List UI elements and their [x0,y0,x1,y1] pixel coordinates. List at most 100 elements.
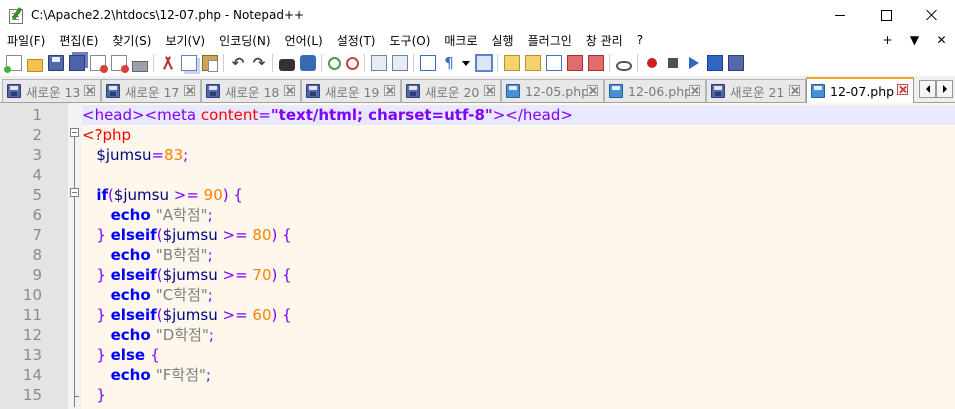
code-line[interactable]: echo "B학점"; [82,245,955,265]
save-macro-icon[interactable] [728,55,744,71]
replace-icon[interactable] [300,55,316,71]
sync-horizontal-icon[interactable] [392,55,408,71]
menu-window[interactable]: 창 관리 [579,32,630,49]
tab-document[interactable]: 12-05.php [501,79,604,102]
undo-icon[interactable]: ↶ [230,55,246,71]
fold-margin[interactable] [68,103,82,409]
save-all-icon[interactable] [69,55,85,71]
code-line[interactable]: $jumsu=83; [82,145,955,165]
menu-tools[interactable]: 도구(O) [383,32,438,49]
chevron-down-icon[interactable] [462,60,470,66]
code-line[interactable]: echo "D학점"; [82,325,955,345]
tab-document[interactable]: 12-06.php [604,79,706,102]
menu-encoding[interactable]: 인코딩(N) [212,32,277,49]
code-token: } [96,386,106,404]
doc-map-icon[interactable] [525,55,541,71]
menu-search[interactable]: 찾기(S) [105,32,158,49]
indent-guide-icon[interactable] [475,54,493,72]
code-line[interactable]: <?php [82,125,955,145]
tab-close-icon[interactable] [184,85,195,96]
code-line[interactable]: <head><meta content="text/html; charset=… [82,105,955,125]
code-line[interactable] [82,165,955,185]
find-icon[interactable] [279,59,295,71]
menu-plugins[interactable]: 플러그인 [521,32,579,49]
menu-help[interactable]: ? [630,33,650,47]
code-line[interactable]: } elseif($jumsu >= 70) { [82,265,955,285]
fold-toggle-icon[interactable] [70,128,79,137]
close-window-button[interactable] [909,0,955,30]
tab-bar: 새로운 13 새로운 17 새로운 18 새로운 19 새로운 20 12-05… [0,76,955,103]
tab-close-icon[interactable] [689,85,700,96]
notepadpp-app-icon[interactable] [8,7,24,24]
document-list-icon[interactable] [588,55,604,71]
tab-close-icon[interactable] [284,85,295,96]
save-icon[interactable] [48,55,64,71]
tab-document[interactable]: 새로운 17 [101,79,201,102]
close-all-icon[interactable] [111,55,129,73]
code-line[interactable]: echo "F학점"; [82,365,955,385]
tab-close-icon[interactable] [484,85,495,96]
monitoring-icon[interactable] [616,61,632,71]
code-line[interactable]: if($jumsu >= 90) { [82,185,955,205]
line-number: 15 [22,386,42,404]
tab-close-icon[interactable] [789,85,800,96]
paste-icon[interactable] [202,55,218,72]
tab-document[interactable]: 새로운 21 [706,79,806,102]
tab-close-icon[interactable] [84,85,95,96]
play-macro-icon[interactable] [689,57,699,69]
copy-icon[interactable] [181,55,197,71]
menu-edit[interactable]: 편집(E) [52,32,105,49]
code-token: <head><meta [82,106,201,124]
play-multiple-icon[interactable] [707,55,723,71]
tab-close-icon[interactable] [587,85,598,96]
code-line[interactable]: } elseif($jumsu >= 80) { [82,225,955,245]
toolbar-separator [321,54,322,72]
menu-view[interactable]: 보기(V) [158,32,212,49]
code-line[interactable]: } [82,385,955,405]
menu-close-doc-button[interactable]: ✕ [928,33,955,47]
code-line[interactable]: echo "C학점"; [82,285,955,305]
open-file-icon[interactable] [27,58,43,72]
menu-macro[interactable]: 매크로 [437,32,484,49]
function-list-icon[interactable] [546,55,562,71]
close-file-icon[interactable] [90,55,108,73]
folder-as-workspace-icon[interactable] [567,55,583,71]
cut-icon[interactable] [160,55,176,71]
menu-add-button[interactable]: + [874,33,901,47]
menu-language[interactable]: 언어(L) [278,32,330,49]
tab-close-icon[interactable] [897,84,908,95]
stop-macro-icon[interactable] [668,58,678,68]
print-icon[interactable] [132,60,148,72]
menu-settings[interactable]: 설정(T) [330,32,383,49]
menu-dropdown-button[interactable]: ▼ [901,33,928,47]
new-file-icon[interactable] [4,55,22,73]
show-all-chars-icon[interactable]: ¶ [441,55,457,71]
tab-scroll-right-button[interactable] [936,80,953,98]
tab-document[interactable]: 새로운 19 [301,79,401,102]
code-line[interactable]: } else { [82,345,955,365]
tab-document[interactable]: 새로운 18 [201,79,301,102]
record-macro-icon[interactable] [647,58,657,68]
close-icon [926,9,938,21]
fold-toggle-icon[interactable] [70,188,79,197]
language-icon[interactable] [504,55,520,71]
menu-run[interactable]: 실행 [485,32,521,49]
zoom-out-icon[interactable] [346,56,359,70]
minimize-button[interactable] [817,0,863,30]
word-wrap-icon[interactable] [420,55,436,71]
sync-vertical-icon[interactable] [371,55,387,71]
tab-close-icon[interactable] [384,85,395,96]
zoom-in-icon[interactable] [328,56,341,70]
tab-scroll-left-button[interactable] [919,80,936,98]
tab-document[interactable]: 새로운 13 [2,79,101,102]
tab-document-active[interactable]: 12-07.php [806,77,914,103]
menu-file[interactable]: 파일(F) [0,32,52,49]
code-area[interactable]: <head><meta content="text/html; charset=… [82,103,955,409]
tab-document[interactable]: 새로운 20 [401,79,501,102]
code-line[interactable]: ?> [82,405,955,409]
code-line[interactable]: echo "A학점"; [82,205,955,225]
maximize-button[interactable] [863,0,909,30]
editor-pane[interactable]: 12345678910111213141516 <head><meta cont… [0,103,955,409]
code-line[interactable]: } elseif($jumsu >= 60) { [82,305,955,325]
redo-icon[interactable]: ↷ [251,55,267,71]
